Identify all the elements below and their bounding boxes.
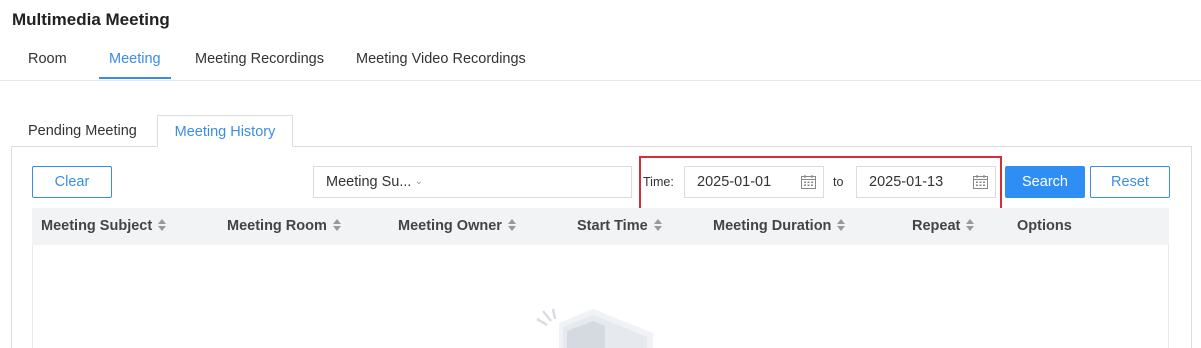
filter-field-select[interactable]: Meeting Su... ⌄ <box>313 166 434 198</box>
column-header-repeat[interactable]: Repeat <box>912 218 975 234</box>
tab-room[interactable]: Room <box>28 51 67 67</box>
filter-field-value: Meeting Su... <box>326 174 412 190</box>
table-header: Meeting Subject Meeting Room Meeting Own… <box>32 208 1169 245</box>
sort-icon[interactable] <box>837 219 846 232</box>
column-header-start-time[interactable]: Start Time <box>577 218 662 234</box>
calendar-icon[interactable] <box>801 175 816 189</box>
sort-icon[interactable] <box>507 219 516 232</box>
tab-meeting-recordings[interactable]: Meeting Recordings <box>195 51 324 67</box>
column-header-meeting-room[interactable]: Meeting Room <box>227 218 341 234</box>
time-label: Time: <box>643 175 674 189</box>
start-date-value: 2025-01-01 <box>697 174 772 190</box>
chevron-down-icon: ⌄ <box>414 176 423 187</box>
end-date-picker[interactable]: 2025-01-13 <box>856 166 996 198</box>
end-date-value: 2025-01-13 <box>869 174 944 190</box>
empty-data-illustration <box>536 308 653 348</box>
to-label: to <box>833 175 844 189</box>
tab-meeting[interactable]: Meeting <box>109 51 161 67</box>
clear-button[interactable]: Clear <box>32 166 112 198</box>
top-tab-bar: Room Meeting Meeting Recordings Meeting … <box>0 42 1201 81</box>
tab-meeting-video-recordings[interactable]: Meeting Video Recordings <box>356 51 526 67</box>
column-header-meeting-owner[interactable]: Meeting Owner <box>398 218 516 234</box>
sort-icon[interactable] <box>332 219 341 232</box>
sort-icon[interactable] <box>653 219 662 232</box>
tab-pending-meeting[interactable]: Pending Meeting <box>28 115 137 147</box>
sort-icon[interactable] <box>158 219 167 232</box>
calendar-icon[interactable] <box>973 175 988 189</box>
filter-input[interactable] <box>433 166 632 198</box>
reset-button[interactable]: Reset <box>1090 166 1170 198</box>
column-header-meeting-duration[interactable]: Meeting Duration <box>713 218 846 234</box>
search-button[interactable]: Search <box>1005 166 1085 198</box>
sort-icon[interactable] <box>966 219 975 232</box>
start-date-picker[interactable]: 2025-01-01 <box>684 166 824 198</box>
column-header-options: Options <box>1017 218 1072 234</box>
column-header-meeting-subject[interactable]: Meeting Subject <box>41 218 167 234</box>
active-tab-indicator <box>99 77 171 79</box>
page-title: Multimedia Meeting <box>12 10 170 29</box>
tab-meeting-history[interactable]: Meeting History <box>157 115 293 147</box>
